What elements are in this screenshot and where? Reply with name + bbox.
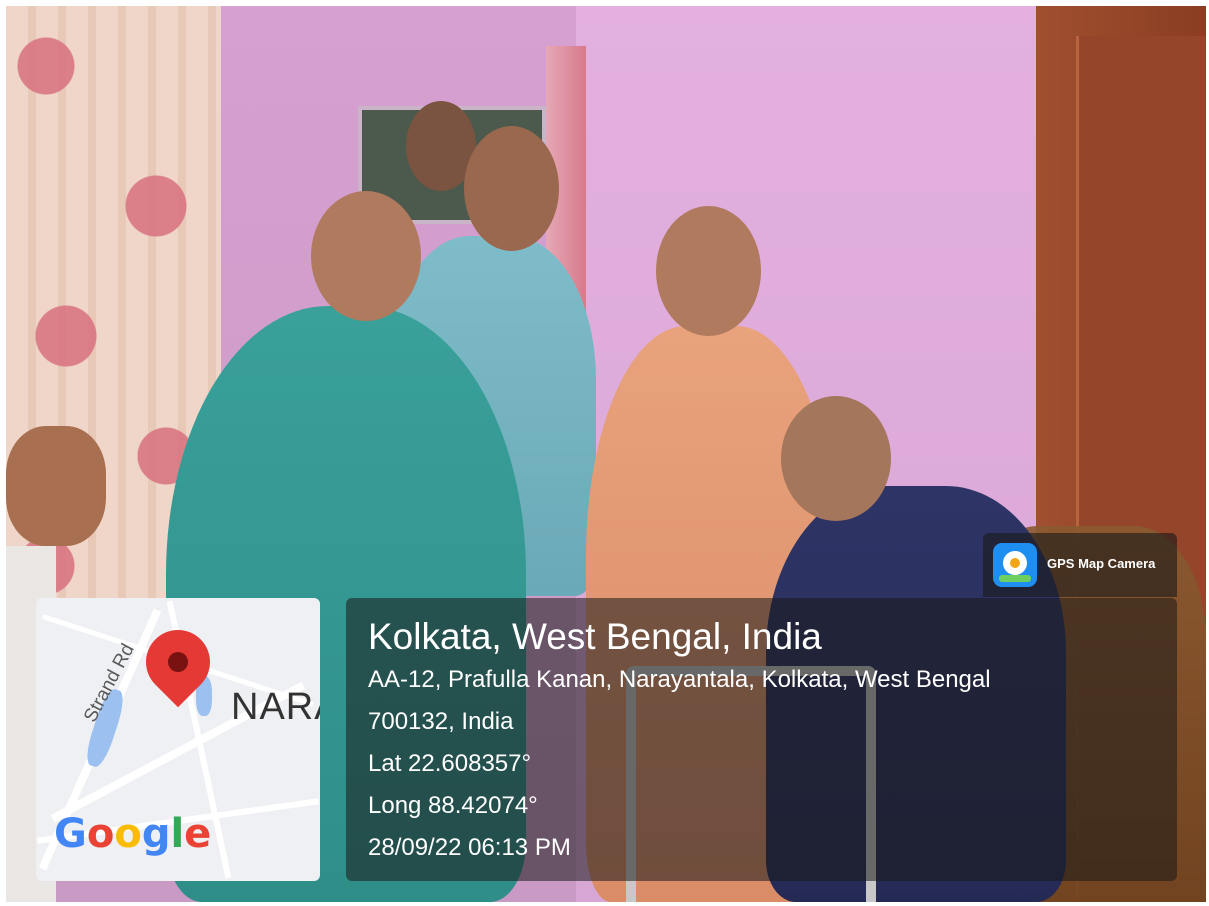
latitude-value: Lat 22.608357°	[368, 750, 532, 777]
head-woman-glasses	[311, 191, 421, 321]
gps-map-camera-badge: GPS Map Camera	[983, 533, 1177, 597]
google-logo-letter: g	[141, 811, 171, 857]
map-thumbnail[interactable]: Strand Rd NARA Google	[36, 598, 320, 881]
google-logo-letter: e	[184, 811, 212, 857]
google-logo-letter: G	[54, 811, 87, 857]
google-logo-letter: o	[86, 811, 115, 857]
badge-app-name: GPS Map Camera	[1047, 556, 1156, 571]
google-logo-letter: o	[114, 811, 142, 857]
address-line-2: 700132, India	[368, 708, 514, 735]
longitude-value: Long 88.42074°	[368, 792, 538, 819]
timestamp-value: 28/09/22 06:13 PM	[368, 834, 571, 861]
head-seated-woman	[781, 396, 891, 521]
area-label: NARA	[231, 686, 320, 728]
location-info-box: Kolkata, West Bengal, India AA-12, Prafu…	[346, 598, 1177, 881]
hand-with-phone	[6, 426, 106, 546]
google-logo-text: Google	[54, 811, 211, 857]
address-line-1: AA-12, Prafulla Kanan, Narayantala, Kolk…	[368, 666, 991, 693]
head-woman-saree	[656, 206, 761, 336]
location-title: Kolkata, West Bengal, India	[368, 616, 822, 657]
head-man	[464, 126, 559, 251]
google-logo: Google	[54, 811, 211, 857]
map-pin-center	[168, 652, 188, 672]
google-logo-letter: l	[170, 811, 185, 857]
gps-map-camera-icon	[993, 543, 1037, 587]
